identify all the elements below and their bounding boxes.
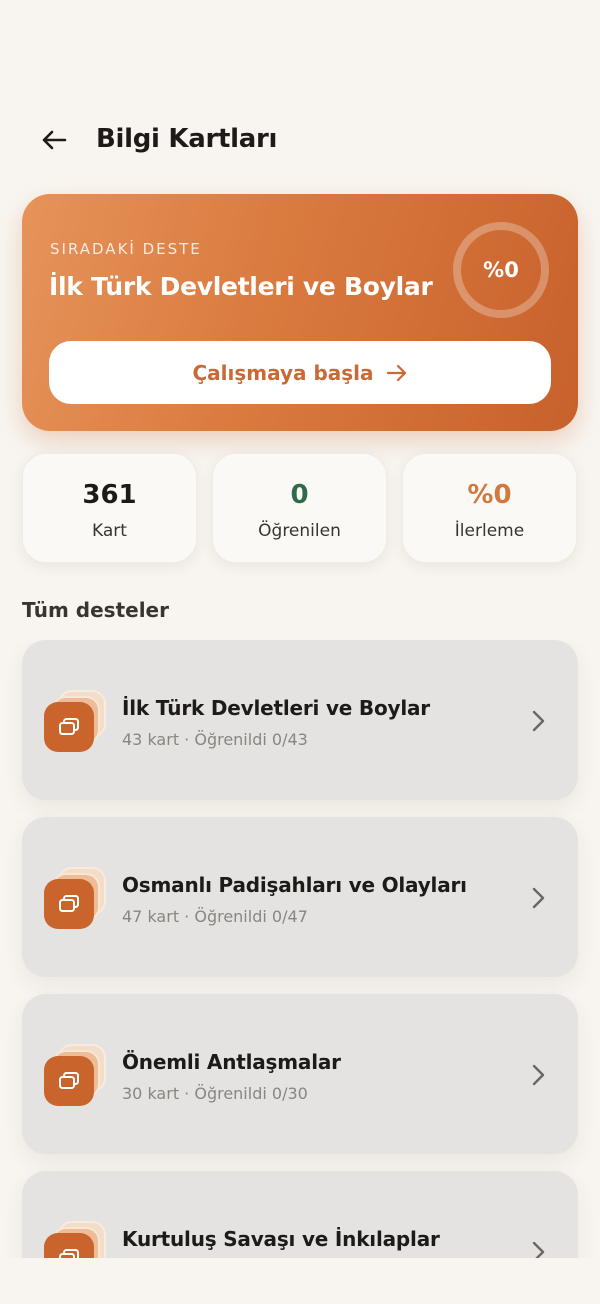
next-deck-eyebrow: SIRADAKİ DESTE <box>50 240 202 258</box>
chevron-right-icon <box>532 887 545 909</box>
cards-stack-icon <box>44 690 106 754</box>
stat-card-total: 361 Kart <box>22 453 197 563</box>
stat-label: Kart <box>92 521 127 541</box>
next-deck-title: İlk Türk Devletleri ve Boylar <box>49 272 433 301</box>
chevron-right-icon <box>532 1241 545 1258</box>
section-title: Tüm desteler <box>22 598 169 622</box>
top-bar: Bilgi Kartları <box>0 110 600 170</box>
next-deck-card: SIRADAKİ DESTE İlk Türk Devletleri ve Bo… <box>22 194 578 431</box>
stat-value: %0 <box>467 480 512 510</box>
stat-card-learned: 0 Öğrenilen <box>212 453 387 563</box>
deck-title: Osmanlı Padişahları ve Olayları <box>122 873 467 897</box>
progress-ring-label: %0 <box>483 258 519 282</box>
stat-value: 0 <box>290 480 309 510</box>
deck-title: İlk Türk Devletleri ve Boylar <box>122 696 430 720</box>
arrow-right-icon <box>386 364 406 381</box>
deck-item[interactable]: İlk Türk Devletleri ve Boylar 43 kart · … <box>22 640 578 800</box>
deck-title: Önemli Antlaşmalar <box>122 1050 341 1074</box>
chevron-right-icon <box>532 710 545 732</box>
start-studying-button[interactable]: Çalışmaya başla <box>49 341 551 404</box>
stat-label: Öğrenilen <box>258 521 341 541</box>
page-title: Bilgi Kartları <box>96 124 278 154</box>
cards-stack-icon <box>44 1044 106 1108</box>
start-studying-label: Çalışmaya başla <box>192 360 374 385</box>
deck-title: Kurtuluş Savaşı ve İnkılaplar <box>122 1227 440 1251</box>
deck-item[interactable]: Kurtuluş Savaşı ve İnkılaplar <box>22 1171 578 1258</box>
bottom-edge <box>0 1258 600 1304</box>
stat-card-progress: %0 İlerleme <box>402 453 577 563</box>
stat-label: İlerleme <box>454 521 525 541</box>
deck-meta: 47 kart · Öğrenildi 0/47 <box>122 907 308 926</box>
stat-value: 361 <box>82 480 137 510</box>
deck-item[interactable]: Önemli Antlaşmalar 30 kart · Öğrenildi 0… <box>22 994 578 1154</box>
deck-list[interactable]: İlk Türk Devletleri ve Boylar 43 kart · … <box>0 640 600 1258</box>
cards-stack-icon <box>44 867 106 931</box>
deck-meta: 43 kart · Öğrenildi 0/43 <box>122 730 308 749</box>
deck-item[interactable]: Osmanlı Padişahları ve Olayları 47 kart … <box>22 817 578 977</box>
cards-stack-icon <box>44 1221 106 1258</box>
back-button[interactable] <box>34 122 74 158</box>
deck-meta: 30 kart · Öğrenildi 0/30 <box>122 1084 308 1103</box>
arrow-left-icon <box>42 130 67 150</box>
chevron-right-icon <box>532 1064 545 1086</box>
